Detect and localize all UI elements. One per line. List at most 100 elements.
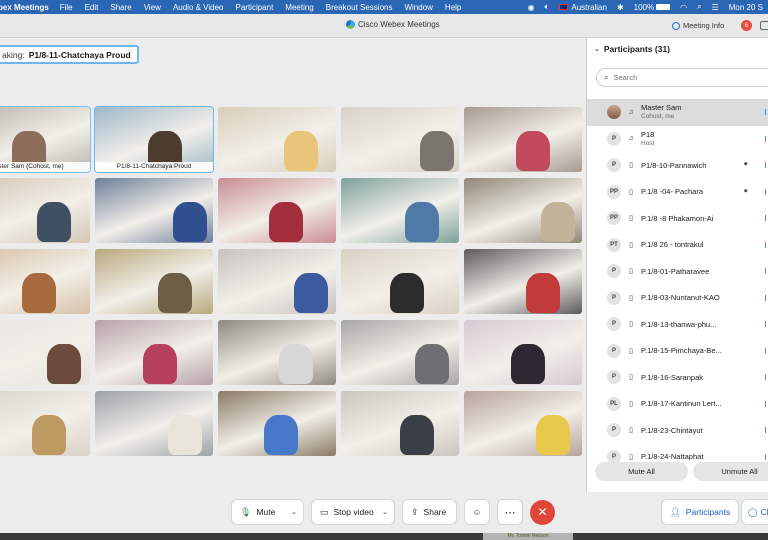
video-tile[interactable] (95, 178, 213, 243)
battery-status[interactable]: 100% (629, 3, 675, 12)
video-tile[interactable] (218, 320, 336, 385)
participants-header[interactable]: ⌄ Participants (31) (594, 44, 670, 54)
taskbar-strip: Mr. Tommi Neilson (0, 533, 768, 540)
reactions-button[interactable]: ☺ (464, 499, 490, 525)
app-menu[interactable]: bex Meetings (0, 3, 54, 12)
participant-row[interactable]: P ▯ P.1/8-03-Nuntanut-KAO (587, 285, 768, 312)
menu-edit[interactable]: Edit (79, 3, 105, 12)
video-tile[interactable] (464, 391, 582, 456)
participant-silhouette (400, 415, 434, 455)
participant-row[interactable]: P ♫ P18 Host (587, 126, 768, 153)
participant-list: ♫ Master Sam Cohost, me P ♫ P18 Host P ▯ P1/8-10-… (587, 99, 768, 470)
phone-icon: ▯ (629, 162, 633, 170)
chevron-down-icon[interactable]: ⌄ (285, 508, 303, 516)
participant-name-text: P1/8-10-Pannawich (641, 160, 707, 170)
video-tile[interactable] (218, 178, 336, 243)
video-tile[interactable] (464, 249, 582, 314)
mute-all-button[interactable]: Mute All (595, 462, 688, 481)
menu-window[interactable]: Window (398, 3, 438, 12)
menu-view[interactable]: View (138, 3, 167, 12)
chevron-down-icon[interactable]: ⌄ (376, 508, 394, 516)
video-tile[interactable] (0, 249, 90, 314)
participant-name-text: P.1/8-17-Kantinun Lert... (641, 399, 722, 409)
video-tile[interactable] (341, 107, 459, 172)
video-tile[interactable] (218, 107, 336, 172)
video-feed (464, 249, 582, 314)
participant-row[interactable]: PT ▯ P.1/8 26 - tontrakul (587, 232, 768, 259)
video-tile[interactable] (341, 178, 459, 243)
video-tile[interactable] (218, 249, 336, 314)
meeting-info-button[interactable]: Meeting Info (672, 21, 724, 30)
video-tile[interactable] (464, 320, 582, 385)
participant-row[interactable]: P ▯ P.1/8-16-Saranpak (587, 364, 768, 391)
unmute-all-button[interactable]: Unmute All (693, 462, 768, 481)
menu-file[interactable]: File (54, 3, 79, 12)
menu-clock[interactable]: Mon 20 S (724, 3, 768, 12)
video-tile[interactable] (0, 391, 90, 456)
participants-button[interactable]: 👤︎ Participants (661, 499, 739, 525)
video-tile[interactable] (218, 391, 336, 456)
participant-search-input[interactable]: ⌕ Search (596, 68, 768, 87)
bluetooth-icon[interactable]: ✱ (612, 3, 629, 12)
participant-silhouette (536, 415, 570, 455)
video-tile[interactable] (341, 320, 459, 385)
participant-row[interactable]: P ▯ P.1/8-01-Patharavee (587, 258, 768, 285)
participant-name: P1/8-10-Pannawich (641, 161, 706, 170)
stop-video-button[interactable]: ▭ Stop video ⌄ (311, 499, 395, 525)
video-tile[interactable] (341, 249, 459, 314)
video-tile[interactable] (95, 320, 213, 385)
participant-row[interactable]: PL ▯ P.1/8-17-Kantinun Lert... (587, 391, 768, 418)
participant-name-text: P.1/8 -8 Phakamon-Ai (641, 213, 714, 223)
participant-name: P.1/8 -8 Phakamon-Ai (641, 214, 713, 223)
participant-row[interactable]: PP ▯ P.1/8 -04- Pachara ⏺ (587, 179, 768, 206)
video-tile[interactable] (95, 249, 213, 314)
menu-help[interactable]: Help (439, 3, 467, 12)
video-tile[interactable] (464, 178, 582, 243)
control-center-icon[interactable]: ☰ (707, 3, 724, 12)
webex-status-icon[interactable]: ◉ (523, 3, 540, 12)
avatar (607, 105, 621, 120)
camera-icon: ▭ (320, 506, 329, 517)
participant-row[interactable]: P ▯ P.1/8-15-Pimchaya-Be... (587, 338, 768, 365)
window-title: Cisco Webex Meetings (346, 20, 440, 29)
input-source[interactable]: Australian (554, 3, 612, 12)
participant-row[interactable]: ♫ Master Sam Cohost, me (587, 99, 768, 126)
menu-breakout-sessions[interactable]: Breakout Sessions (320, 3, 399, 12)
participant-row[interactable]: P ▯ P1/8-10-Pannawich ⏺ (587, 152, 768, 179)
spotlight-icon[interactable]: ⌕ (692, 2, 706, 12)
leave-meeting-button[interactable]: ✕ (530, 500, 555, 525)
menu-participant[interactable]: Participant (230, 3, 280, 12)
menu-share[interactable]: Share (104, 3, 137, 12)
mute-button[interactable]: 🎙︎ Mute ⌄ (231, 499, 304, 525)
menu-audio-video[interactable]: Audio & Video (167, 3, 230, 12)
menu-meeting[interactable]: Meeting (279, 3, 319, 12)
video-tile[interactable] (341, 391, 459, 456)
participant-row[interactable]: P ▯ P.1/8-23-Chintayut (587, 417, 768, 444)
taskbar-chip[interactable]: Mr. Tommi Neilson (483, 533, 573, 540)
webex-logo-icon (346, 20, 355, 29)
phone-icon: ▯ (629, 294, 633, 302)
video-tile[interactable] (95, 391, 213, 456)
chevron-down-icon[interactable]: ⌄ (594, 45, 600, 53)
volume-icon[interactable]: 🔈︎ (540, 2, 555, 12)
participant-name: P.1/8-15-Pimchaya-Be... (641, 346, 722, 355)
more-options-button[interactable]: ⋯ (497, 499, 523, 525)
video-tile[interactable] (0, 320, 90, 385)
avatar: PT (607, 237, 621, 252)
layout-icon[interactable] (760, 21, 768, 30)
video-tile[interactable]: ster Sam (Cohost, me) (0, 106, 91, 173)
participant-name-text: P.1/8 26 - tontrakul (641, 240, 704, 250)
notification-badge[interactable]: 6 (741, 20, 752, 31)
menu-bar: bex Meetings File Edit Share View Audio … (0, 0, 768, 14)
chat-button[interactable]: ◯ Ch (741, 499, 768, 525)
video-tile[interactable]: P1/8-11-Chatchaya Proud (94, 106, 214, 173)
participant-row[interactable]: PP ▯ P.1/8 -8 Phakamon-Ai (587, 205, 768, 232)
participant-row[interactable]: P ▯ P.1/8-13-thanwa-phu... (587, 311, 768, 338)
video-tile[interactable] (0, 178, 90, 243)
participant-name: P.1/8 -04- Pachara (641, 187, 703, 196)
wifi-icon[interactable]: ◠ (675, 3, 692, 12)
video-tile[interactable] (464, 107, 582, 172)
chat-icon: ◯ (748, 506, 758, 517)
participant-silhouette (294, 273, 328, 313)
share-button[interactable]: ⇪ Share (402, 499, 457, 525)
